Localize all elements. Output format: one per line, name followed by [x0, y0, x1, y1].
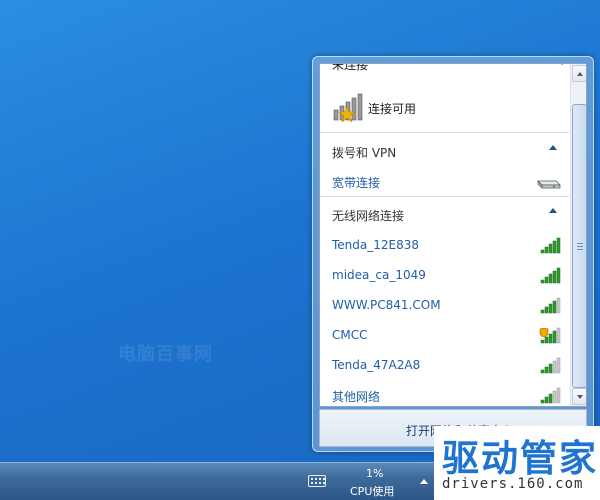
cpu-usage-value[interactable]: 1%	[366, 467, 383, 480]
connections-available-row: 连接可用	[320, 88, 569, 128]
broadband-label: 宽带连接	[332, 176, 381, 190]
scroll-down-button[interactable]	[572, 388, 586, 405]
collapse-up-icon[interactable]	[549, 145, 557, 150]
scroll-up-button[interactable]	[572, 65, 586, 82]
network-list: 未连接 › 连接可用 拨号和 VPN 宽带连	[320, 64, 569, 406]
keyboard-icon[interactable]	[308, 475, 326, 487]
signal-warning-icon	[333, 93, 363, 122]
section-dialup-label: 拨号和 VPN	[332, 146, 397, 160]
signal-bar	[540, 369, 545, 374]
signal-bar	[552, 240, 557, 254]
desktop-watermark: 电脑百事网	[118, 344, 213, 365]
wifi-label: CMCC	[332, 328, 368, 342]
wifi-shield-icon	[539, 327, 561, 344]
signal-bar	[540, 309, 545, 314]
signal-bar	[556, 297, 561, 314]
brand-name: 驱动管家	[442, 437, 598, 480]
divider	[320, 132, 569, 133]
signal-bar	[552, 390, 557, 404]
section-wireless-label: 无线网络连接	[332, 209, 405, 223]
signal-bar	[544, 306, 549, 314]
chevron-right-icon: ›	[561, 64, 565, 69]
wifi-item-cmcc[interactable]: CMCC	[320, 322, 569, 348]
grip-line	[577, 249, 583, 250]
signal-bar	[544, 276, 549, 284]
network-list-panel: 未连接 › 连接可用 拨号和 VPN 宽带连	[319, 63, 587, 407]
signal-bar	[552, 360, 557, 374]
wifi-item-tenda-12e838[interactable]: Tenda_12E838	[320, 232, 569, 258]
wifi-signal-icon	[540, 387, 561, 404]
wifi-signal-icon	[540, 267, 561, 284]
vertical-scrollbar[interactable]	[570, 64, 586, 406]
wifi-label: midea_ca_1049	[332, 268, 426, 282]
signal-bar	[544, 396, 549, 404]
wifi-item-pc841[interactable]: WWW.PC841.COM	[320, 292, 569, 318]
wifi-signal-icon	[540, 297, 561, 314]
wifi-label: Tenda_12E838	[332, 238, 420, 252]
wifi-label: Tenda_47A2A8	[332, 358, 421, 372]
signal-bar	[540, 339, 545, 344]
wifi-signal-icon	[540, 237, 561, 254]
wifi-label: WWW.PC841.COM	[332, 298, 441, 312]
network-flyout: 未连接 › 连接可用 拨号和 VPN 宽带连	[312, 56, 594, 452]
connections-available-label: 连接可用	[368, 102, 417, 116]
wifi-item-other-networks[interactable]: 其他网络	[320, 382, 569, 406]
wifi-item-midea-ca-1049[interactable]: midea_ca_1049	[320, 262, 569, 288]
signal-bar	[552, 270, 557, 284]
brand-watermark: 驱动管家 drivers.160.com	[434, 426, 600, 500]
signal-bar	[544, 366, 549, 374]
signal-bar	[552, 330, 557, 344]
signal-bar	[556, 387, 561, 404]
brand-url: drivers.160.com	[442, 476, 584, 492]
modem-icon	[537, 180, 561, 189]
wifi-item-tenda-47a2a8[interactable]: Tenda_47A2A8	[320, 352, 569, 378]
signal-bar	[548, 303, 553, 314]
show-hidden-icons-icon[interactable]	[420, 479, 428, 484]
signal-bar	[540, 279, 545, 284]
collapse-up-icon[interactable]	[549, 208, 557, 213]
wifi-label: 其他网络	[332, 390, 381, 404]
signal-bar	[540, 249, 545, 254]
signal-bar	[556, 237, 561, 254]
signal-bar	[556, 267, 561, 284]
not-connected-row[interactable]: 未连接 ›	[320, 64, 569, 76]
signal-bar	[552, 300, 557, 314]
scrollbar-thumb[interactable]	[572, 104, 586, 388]
signal-bar	[540, 399, 545, 404]
grip-line	[577, 246, 583, 247]
signal-bar	[544, 336, 549, 344]
signal-bar	[548, 243, 553, 254]
signal-bar	[544, 246, 549, 254]
signal-bar	[548, 333, 553, 344]
signal-bar	[556, 357, 561, 374]
grip-line	[577, 243, 583, 244]
signal-bar	[548, 273, 553, 284]
cpu-usage-label[interactable]: CPU使用	[350, 483, 394, 499]
wifi-signal-icon	[540, 357, 561, 374]
section-dialup-vpn[interactable]: 拨号和 VPN	[320, 138, 569, 164]
not-connected-label: 未连接	[332, 64, 369, 72]
divider	[320, 196, 569, 197]
arrow-up-icon	[577, 72, 583, 76]
signal-bar	[548, 363, 553, 374]
signal-bar	[556, 327, 561, 344]
arrow-down-icon	[577, 395, 583, 399]
security-shield-mark	[539, 327, 549, 338]
section-wireless[interactable]: 无线网络连接	[320, 201, 569, 227]
broadband-connection-item[interactable]: 宽带连接	[320, 168, 569, 194]
signal-bar	[548, 393, 553, 404]
